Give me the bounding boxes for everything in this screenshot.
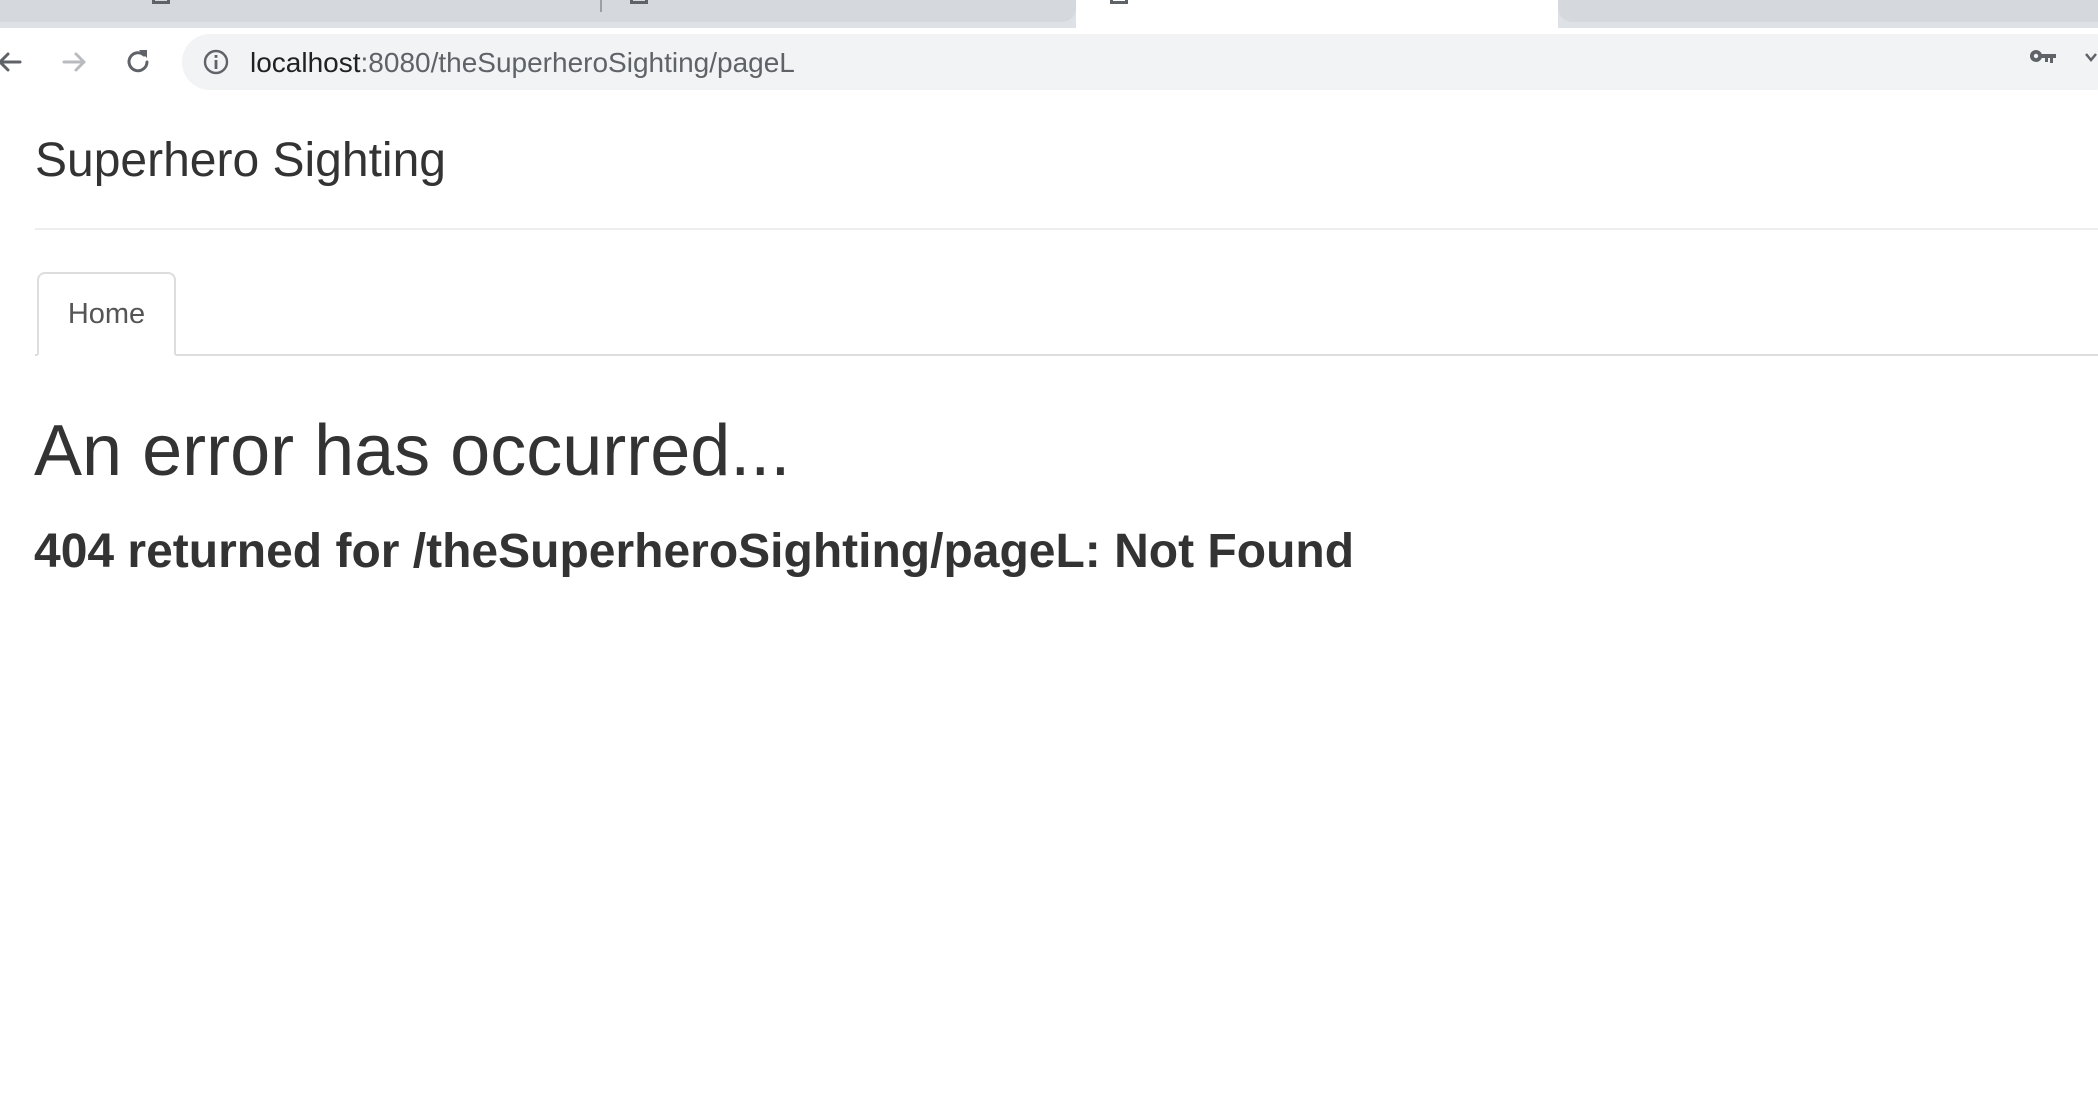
browser-tab-active[interactable] [1076,0,1558,28]
info-icon[interactable] [202,48,230,76]
page-icon [1110,0,1128,4]
header-divider [35,228,2098,230]
tab-strip-background [1558,0,2098,22]
reload-icon[interactable] [114,38,162,86]
url-text[interactable]: localhost:8080/theSuperheroSighting/page… [250,47,795,79]
page-content: Superhero Sighting Home An error has occ… [0,96,2098,1112]
tab-separator [600,0,602,12]
page-icon [630,0,648,4]
url-path: :8080/theSuperheroSighting/pageL [360,47,795,78]
chevron-down-icon[interactable] [2084,50,2098,68]
address-bar[interactable]: localhost:8080/theSuperheroSighting/page… [182,34,2098,90]
browser-chrome: localhost:8080/theSuperheroSighting/page… [0,0,2098,96]
error-message: 404 returned for /theSuperheroSighting/p… [34,525,1355,578]
tab-strip-background [0,0,1076,22]
page-icon [152,0,170,4]
tab-home[interactable]: Home [37,272,176,356]
url-host: localhost [250,47,361,78]
error-title: An error has occurred... [34,411,791,491]
brand-title: Superhero Sighting [35,134,446,187]
forward-arrow-icon[interactable] [50,38,98,86]
back-arrow-icon[interactable] [0,38,34,86]
browser-toolbar: localhost:8080/theSuperheroSighting/page… [0,28,2098,96]
key-icon[interactable] [2028,46,2058,71]
nav-tabs: Home [35,272,2098,356]
